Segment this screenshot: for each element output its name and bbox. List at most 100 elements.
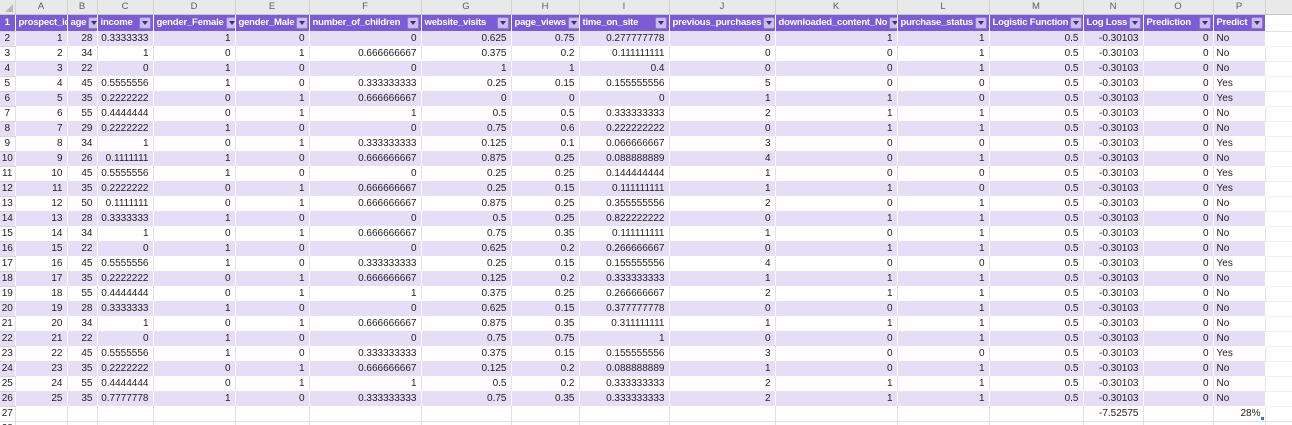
cell-E10[interactable]: 0 [235, 151, 310, 166]
cell-C22[interactable]: 0 [97, 331, 154, 346]
cell-F7[interactable]: 1 [309, 106, 422, 121]
cell-M12[interactable]: 0.5 [989, 181, 1084, 196]
cell-B24[interactable]: 35 [67, 361, 98, 376]
cell-P18[interactable]: No [1213, 271, 1266, 286]
cell-M23[interactable]: 0.5 [989, 346, 1084, 361]
empty-cell[interactable] [1265, 46, 1292, 62]
row-number-2[interactable]: 2 [0, 31, 16, 47]
empty-cell[interactable] [1265, 61, 1292, 77]
column-header-income[interactable]: income [97, 14, 154, 31]
cell-H8[interactable]: 0.6 [511, 121, 580, 136]
cell-J2[interactable]: 0 [669, 31, 776, 46]
cell-M16[interactable]: 0.5 [989, 241, 1084, 256]
cell-M8[interactable]: 0.5 [989, 121, 1084, 136]
cell-H13[interactable]: 0.25 [511, 196, 580, 211]
cell-G4[interactable]: 1 [421, 61, 512, 76]
cell-K23[interactable]: 0 [775, 346, 898, 361]
cell-N11[interactable]: -0.30103 [1083, 166, 1144, 181]
cell-B18[interactable]: 35 [67, 271, 98, 286]
empty-cell[interactable] [1265, 346, 1292, 362]
cell-K3[interactable]: 0 [775, 46, 898, 61]
cell-L3[interactable]: 1 [897, 46, 990, 61]
cell-L10[interactable]: 1 [897, 151, 990, 166]
cell-L15[interactable]: 1 [897, 226, 990, 241]
filter-dropdown-icon[interactable] [567, 16, 578, 29]
cell-A14[interactable]: 13 [15, 211, 68, 226]
empty-cell[interactable] [421, 406, 512, 422]
cell-B23[interactable]: 45 [67, 346, 98, 361]
column-header-Prediction[interactable]: Prediction [1143, 14, 1214, 31]
cell-L12[interactable]: 0 [897, 181, 990, 196]
cell-G10[interactable]: 0.875 [421, 151, 512, 166]
cell-C10[interactable]: 0.1111111 [97, 151, 154, 166]
cell-G8[interactable]: 0.75 [421, 121, 512, 136]
cell-G26[interactable]: 0.75 [421, 391, 512, 406]
empty-cell[interactable] [1265, 316, 1292, 332]
select-all-corner[interactable] [0, 0, 16, 15]
column-header-Predict[interactable]: Predict [1213, 14, 1266, 31]
filter-dropdown-icon[interactable] [763, 16, 774, 29]
cell-I26[interactable]: 0.333333333 [579, 391, 670, 406]
cell-M3[interactable]: 0.5 [989, 46, 1084, 61]
cell-F12[interactable]: 0.666666667 [309, 181, 422, 196]
cell-N17[interactable]: -0.30103 [1083, 256, 1144, 271]
cell-I14[interactable]: 0.822222222 [579, 211, 670, 226]
cell-K18[interactable]: 1 [775, 271, 898, 286]
cell-J22[interactable]: 0 [669, 331, 776, 346]
cell-H10[interactable]: 0.25 [511, 151, 580, 166]
cell-H16[interactable]: 0.2 [511, 241, 580, 256]
cell-E20[interactable]: 0 [235, 301, 310, 316]
cell-K8[interactable]: 1 [775, 121, 898, 136]
cell-P24[interactable]: No [1213, 361, 1266, 376]
cell-B5[interactable]: 45 [67, 76, 98, 91]
cell-H9[interactable]: 0.1 [511, 136, 580, 151]
cell-F20[interactable]: 0 [309, 301, 422, 316]
cell-A13[interactable]: 12 [15, 196, 68, 211]
cell-I20[interactable]: 0.377777778 [579, 301, 670, 316]
row-number-24[interactable]: 24 [0, 361, 16, 377]
empty-cell[interactable] [1265, 166, 1292, 182]
cell-M4[interactable]: 0.5 [989, 61, 1084, 76]
cell-P21[interactable]: No [1213, 316, 1266, 331]
row-number-16[interactable]: 16 [0, 241, 16, 257]
cell-A3[interactable]: 2 [15, 46, 68, 61]
cell-A19[interactable]: 18 [15, 286, 68, 301]
cell-F11[interactable]: 0 [309, 166, 422, 181]
cell-N26[interactable]: -0.30103 [1083, 391, 1144, 406]
cell-L17[interactable]: 0 [897, 256, 990, 271]
column-letter-I[interactable]: I [579, 0, 670, 15]
column-header-downloaded_content_No[interactable]: downloaded_content_No [775, 14, 898, 31]
cell-N24[interactable]: -0.30103 [1083, 361, 1144, 376]
cell-K21[interactable]: 1 [775, 316, 898, 331]
empty-cell[interactable] [669, 406, 776, 422]
cell-F15[interactable]: 0.666666667 [309, 226, 422, 241]
cell-D2[interactable]: 1 [153, 31, 236, 46]
cell-I6[interactable]: 0 [579, 91, 670, 106]
cell-H14[interactable]: 0.25 [511, 211, 580, 226]
cell-B13[interactable]: 50 [67, 196, 98, 211]
row-number-7[interactable]: 7 [0, 106, 16, 122]
cell-N10[interactable]: -0.30103 [1083, 151, 1144, 166]
row-number-10[interactable]: 10 [0, 151, 16, 167]
column-header-purchase_status[interactable]: purchase_status [897, 14, 990, 31]
cell-N23[interactable]: -0.30103 [1083, 346, 1144, 361]
cell-C8[interactable]: 0.2222222 [97, 121, 154, 136]
cell-K7[interactable]: 1 [775, 106, 898, 121]
cell-M20[interactable]: 0.5 [989, 301, 1084, 316]
cell-J11[interactable]: 1 [669, 166, 776, 181]
cell-C17[interactable]: 0.5555556 [97, 256, 154, 271]
row-number-5[interactable]: 5 [0, 76, 16, 92]
cell-J21[interactable]: 1 [669, 316, 776, 331]
cell-O5[interactable]: 0 [1143, 76, 1214, 91]
cell-P15[interactable]: No [1213, 226, 1266, 241]
cell-E25[interactable]: 1 [235, 376, 310, 391]
cell-O20[interactable]: 0 [1143, 301, 1214, 316]
cell-C16[interactable]: 0 [97, 241, 154, 256]
empty-cell[interactable] [1265, 376, 1292, 392]
cell-H24[interactable]: 0.2 [511, 361, 580, 376]
cell-H17[interactable]: 0.15 [511, 256, 580, 271]
cell-E18[interactable]: 1 [235, 271, 310, 286]
cell-O2[interactable]: 0 [1143, 31, 1214, 46]
cell-A24[interactable]: 23 [15, 361, 68, 376]
cell-E22[interactable]: 0 [235, 331, 310, 346]
